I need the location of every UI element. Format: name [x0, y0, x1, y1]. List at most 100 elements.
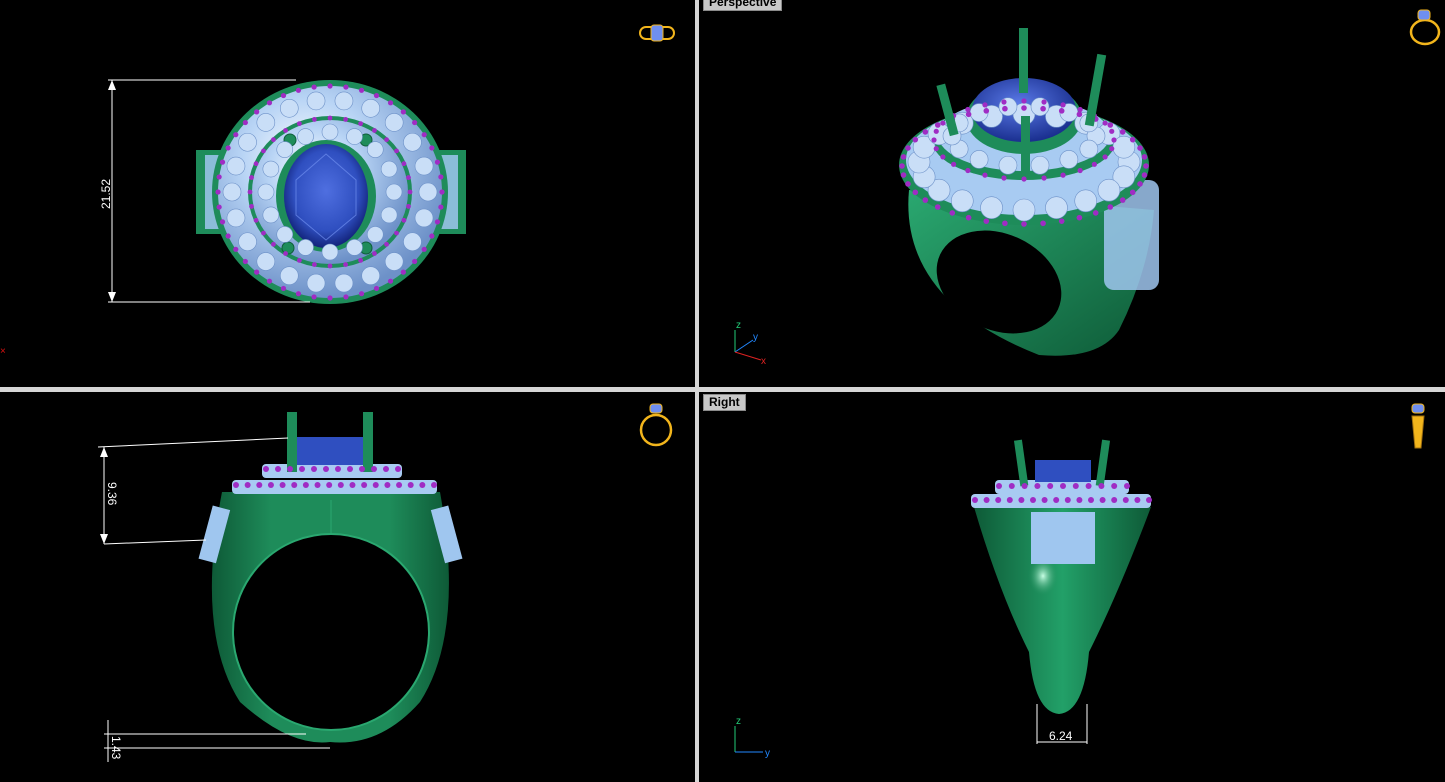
viewport-perspective[interactable]: z y x Perspective	[699, 0, 1445, 387]
stone-mark	[1129, 136, 1136, 143]
stone-mark	[1097, 178, 1121, 202]
stone-mark	[253, 217, 259, 223]
prong	[363, 412, 373, 472]
prong-dot	[1146, 497, 1152, 503]
stone-mark	[934, 122, 941, 128]
stone-mark	[276, 141, 294, 158]
stone-mark	[969, 150, 989, 169]
stone-mark	[950, 189, 974, 213]
viewport-front[interactable]: 9.36 1.43	[0, 392, 695, 782]
stone-mark	[358, 291, 365, 297]
stone-mark	[905, 181, 911, 187]
stone-mark	[1040, 105, 1046, 112]
axis-indicator: z y	[734, 716, 770, 759]
stone-mark	[238, 232, 257, 252]
stone-mark	[242, 119, 248, 126]
svg-text:x: x	[761, 356, 766, 367]
prong-dot	[1047, 483, 1054, 489]
stone-mark	[1041, 175, 1047, 181]
stone-mark	[965, 214, 972, 221]
stone-mark	[361, 266, 381, 285]
stone-mark	[438, 174, 444, 180]
prong-dot	[302, 482, 309, 488]
prong-dot	[1021, 483, 1028, 489]
prong-dot	[1041, 497, 1048, 503]
stone-mark	[225, 233, 231, 239]
stone-mark	[306, 91, 326, 111]
stone-mark	[257, 183, 275, 201]
prong-dot	[996, 483, 1002, 489]
prong-dot	[419, 482, 426, 488]
stone-mark	[276, 226, 294, 243]
viewport-title-right[interactable]: Right	[703, 394, 746, 411]
prong-dot	[1111, 497, 1118, 503]
stone-mark	[226, 156, 246, 176]
center-gem	[290, 437, 372, 465]
stone-mark	[1107, 122, 1114, 128]
stone-mark	[922, 197, 929, 203]
ring-top-view-icon[interactable]	[639, 24, 675, 42]
prong-dot	[1008, 483, 1015, 489]
stone-mark	[242, 258, 248, 265]
prong-dot	[1006, 497, 1013, 503]
stone-mark	[434, 219, 441, 225]
prong-dot	[263, 466, 269, 472]
ring-perspective-view-icon[interactable]	[1409, 9, 1441, 46]
stone-mark	[1109, 128, 1115, 134]
prong-dot	[371, 466, 377, 472]
stone-mark	[358, 121, 364, 127]
stone-mark	[384, 137, 389, 143]
prong-dot	[347, 466, 353, 472]
stone-mark	[283, 128, 288, 133]
finger-hole	[232, 533, 430, 731]
stone-mark	[334, 91, 354, 111]
stone-mark	[358, 257, 364, 263]
stone-mark	[1077, 167, 1083, 174]
prong-dot	[1098, 483, 1105, 489]
stone-mark	[1001, 99, 1007, 105]
halo-outer-band	[232, 480, 437, 494]
stone-mark	[1141, 154, 1148, 160]
prong-dot	[279, 482, 286, 488]
stone-mark	[346, 128, 363, 145]
prong-dot	[1099, 497, 1106, 503]
stone-mark	[1076, 111, 1083, 118]
prong-dot	[311, 466, 317, 472]
ring-front-view-icon[interactable]	[639, 403, 673, 447]
stone-mark	[387, 100, 394, 106]
stone-mark	[311, 117, 317, 122]
stone-mark	[414, 208, 434, 228]
stone-mark	[334, 273, 354, 293]
stone-mark	[1077, 106, 1083, 113]
stone-mark	[254, 269, 260, 275]
prong-dot	[1072, 483, 1079, 489]
svg-text:z: z	[736, 320, 741, 331]
stone-mark	[1137, 181, 1143, 187]
stone-mark	[327, 295, 333, 301]
stone-mark	[407, 189, 413, 195]
stone-mark	[1060, 102, 1066, 108]
stone-mark	[1021, 221, 1027, 227]
prong-dot	[1064, 497, 1071, 503]
prong-dot	[326, 482, 333, 488]
stone-mark	[256, 113, 276, 132]
prong-dot	[335, 466, 341, 472]
stone-mark	[343, 294, 349, 300]
prong-dot	[361, 482, 368, 488]
stone-mark	[343, 117, 349, 122]
stone-mark	[366, 226, 384, 243]
stone-mark	[982, 102, 988, 108]
stone-mark	[297, 128, 314, 145]
stone-mark	[311, 294, 317, 300]
viewport-top[interactable]: 21.52 ×	[0, 0, 695, 387]
stone-mark	[933, 128, 939, 134]
stone-mark	[256, 252, 276, 271]
stone-mark	[1021, 176, 1027, 182]
viewport-title-perspective[interactable]: Perspective	[703, 0, 783, 11]
prong	[287, 412, 297, 472]
ring-right-view-icon[interactable]	[1411, 403, 1425, 449]
prong-dot	[267, 482, 274, 488]
stone-mark	[385, 183, 403, 201]
viewport-right[interactable]: 6.24 z y Right	[699, 392, 1445, 782]
stone-mark	[1060, 172, 1066, 178]
